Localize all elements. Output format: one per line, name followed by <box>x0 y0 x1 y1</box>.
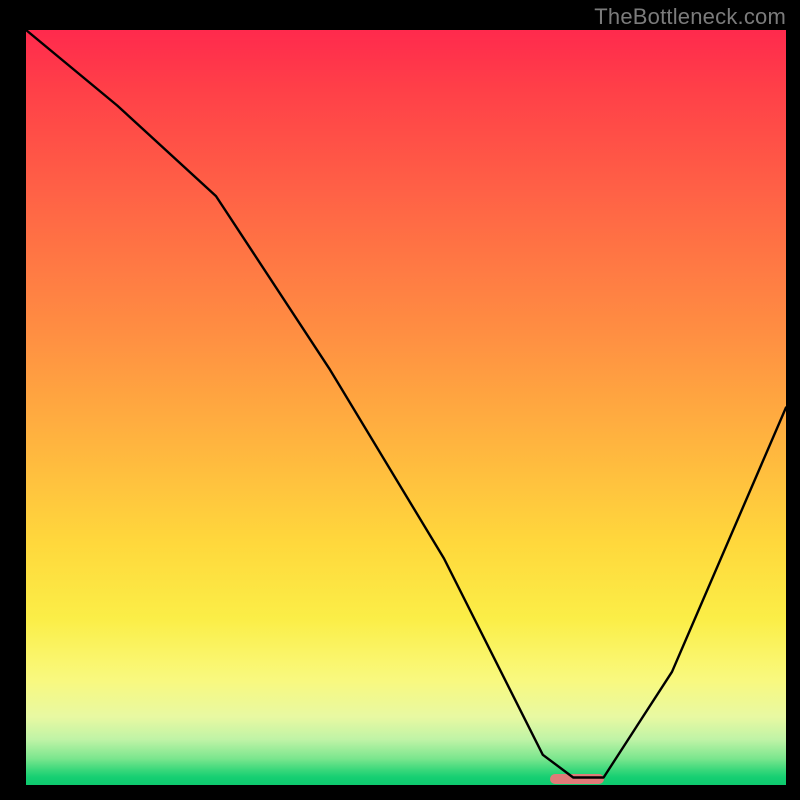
watermark-text: TheBottleneck.com <box>594 4 786 30</box>
bottleneck-curve <box>26 30 786 785</box>
plot-area <box>26 30 786 785</box>
chart-frame: TheBottleneck.com <box>0 0 800 800</box>
curve-path <box>26 30 786 778</box>
